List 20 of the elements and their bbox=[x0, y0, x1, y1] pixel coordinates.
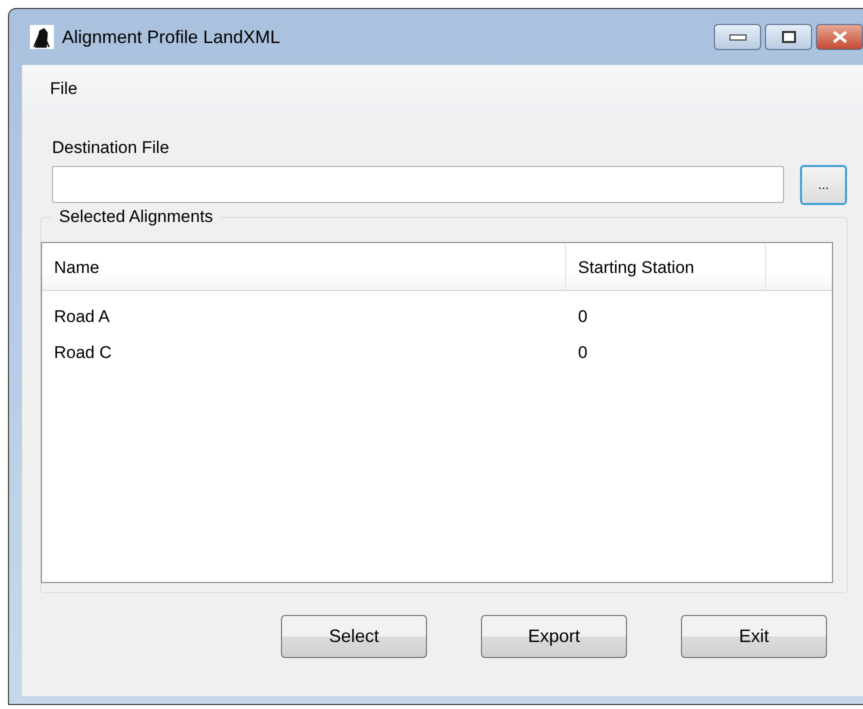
close-icon bbox=[830, 30, 848, 44]
menu-item[interactable]: File bbox=[40, 76, 88, 102]
field-label: Destination File bbox=[52, 138, 170, 157]
table-cell-text: 0 bbox=[577, 342, 588, 364]
maximize-button[interactable] bbox=[765, 24, 812, 50]
browse-button[interactable]: ... bbox=[800, 164, 847, 204]
dialog-button[interactable]: Export bbox=[481, 614, 627, 658]
table-cell-text: 0 bbox=[577, 306, 588, 328]
minimize-button[interactable] bbox=[714, 24, 761, 50]
table-cell-text: Road C bbox=[53, 342, 113, 364]
dialog-button[interactable]: Exit bbox=[681, 614, 827, 658]
table-cell-text: Road A bbox=[53, 306, 111, 328]
close-button[interactable] bbox=[816, 24, 863, 50]
column-header[interactable]: Starting Station bbox=[566, 242, 766, 290]
column-header[interactable]: Name bbox=[42, 242, 566, 290]
window-title: Alignment Profile LandXML bbox=[62, 26, 280, 49]
minimize-icon bbox=[728, 33, 746, 41]
destination-file-field[interactable] bbox=[52, 166, 784, 203]
maximize-icon bbox=[780, 30, 796, 44]
dialog-button[interactable]: Select bbox=[281, 614, 427, 658]
